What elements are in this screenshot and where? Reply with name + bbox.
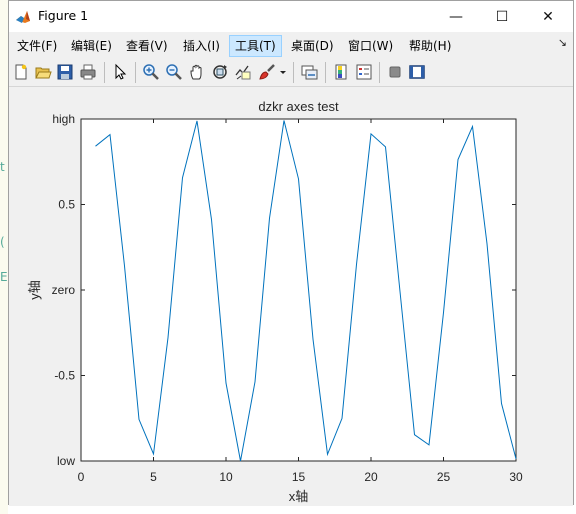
- x-tick-label: 15: [292, 470, 306, 484]
- menu-view[interactable]: 查看(V): [121, 35, 173, 57]
- toolbar-separator: [104, 62, 105, 83]
- x-axis-label: x轴: [289, 489, 309, 504]
- dock-figure-icon[interactable]: ↘: [558, 36, 567, 49]
- pan-icon[interactable]: [188, 63, 206, 81]
- x-tick-label: 5: [150, 470, 157, 484]
- open-file-icon[interactable]: [34, 63, 52, 81]
- y-tick-label: high: [52, 112, 75, 126]
- menu-help[interactable]: 帮助(H): [404, 35, 456, 57]
- brush-icon[interactable]: [258, 63, 276, 81]
- y-tick-label: low: [57, 454, 75, 468]
- y-tick-label: -0.5: [54, 369, 75, 383]
- minimize-button[interactable]: —: [433, 1, 479, 32]
- menu-desktop[interactable]: 桌面(D): [286, 35, 339, 57]
- legend-icon[interactable]: [355, 63, 373, 81]
- save-icon[interactable]: [56, 63, 74, 81]
- toolbar-separator: [293, 62, 294, 83]
- title-bar[interactable]: Figure 1 — ☐ ✕: [9, 1, 573, 32]
- plot-area[interactable]: 0 5 10 15 20 25 30 low -0.5 zero 0.5 high dzkr axes…: [9, 87, 573, 506]
- brush-dropdown-icon[interactable]: [278, 63, 288, 81]
- link-plot-icon[interactable]: [300, 63, 318, 81]
- toolbar-separator: [135, 62, 136, 83]
- hide-plot-tools-icon[interactable]: [386, 63, 404, 81]
- colorbar-icon[interactable]: [332, 63, 350, 81]
- menu-insert[interactable]: 插入(I): [178, 35, 225, 57]
- figure-toolbar: [9, 58, 573, 87]
- axes-box[interactable]: [80, 118, 517, 462]
- window-title: Figure 1: [38, 8, 89, 23]
- matlab-logo-icon: [16, 11, 30, 23]
- maximize-button[interactable]: ☐: [479, 1, 525, 32]
- close-icon: ✕: [542, 8, 554, 25]
- x-tick-label: 10: [219, 470, 233, 484]
- x-tick-label: 30: [509, 470, 523, 484]
- chart-title: dzkr axes test: [258, 99, 339, 114]
- maximize-icon: ☐: [495, 8, 509, 25]
- new-figure-icon[interactable]: [12, 63, 30, 81]
- x-tick-label: 0: [78, 470, 85, 484]
- data-cursor-icon[interactable]: [234, 63, 252, 81]
- rotate-3d-icon[interactable]: [211, 63, 229, 81]
- x-tick-label: 20: [364, 470, 378, 484]
- zoom-out-icon[interactable]: [165, 63, 183, 81]
- menu-bar: 文件(F) 编辑(E) 查看(V) 插入(I) 工具(T) 桌面(D) 窗口(W…: [9, 32, 573, 58]
- y-tick-label: 0.5: [58, 198, 75, 212]
- figure-canvas[interactable]: 0 5 10 15 20 25 30 low -0.5 zero 0.5 high dzkr axes…: [9, 87, 573, 506]
- figure-window: Figure 1 — ☐ ✕ 文件(F) 编辑(E) 查看(V) 插入(I) 工…: [8, 0, 574, 506]
- menu-file[interactable]: 文件(F): [12, 35, 62, 57]
- show-plot-tools-icon[interactable]: [408, 63, 426, 81]
- print-icon[interactable]: [79, 63, 97, 81]
- close-button[interactable]: ✕: [525, 1, 571, 32]
- y-axis-label: y轴: [27, 280, 42, 300]
- x-tick-label: 25: [437, 470, 451, 484]
- toolbar-separator: [325, 62, 326, 83]
- menu-edit[interactable]: 编辑(E): [66, 35, 117, 57]
- menu-window[interactable]: 窗口(W): [343, 35, 398, 57]
- minimize-icon: —: [449, 8, 463, 25]
- pointer-icon[interactable]: [111, 63, 129, 81]
- menu-tools[interactable]: 工具(T): [229, 35, 282, 57]
- zoom-in-icon[interactable]: [142, 63, 160, 81]
- toolbar-separator: [379, 62, 380, 83]
- background-window-edge: t ( E: [0, 0, 8, 514]
- y-tick-label: zero: [52, 283, 76, 297]
